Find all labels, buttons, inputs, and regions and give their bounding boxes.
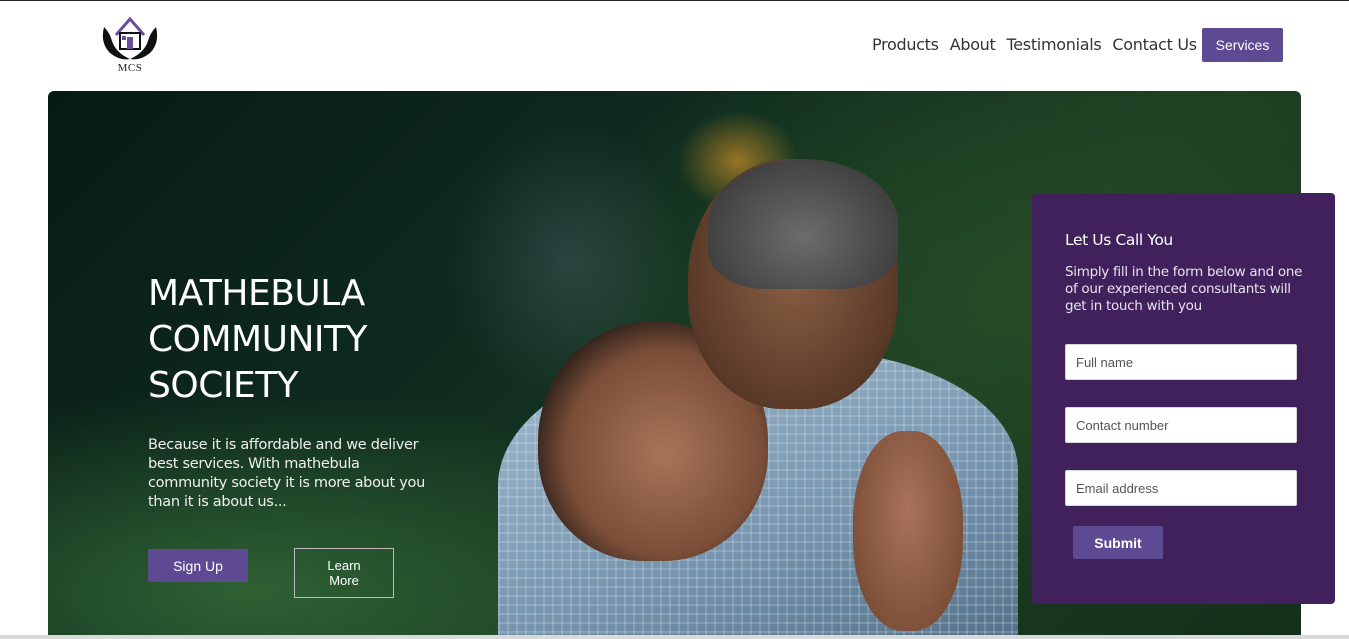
- hero-photo-hand: [853, 431, 963, 631]
- hero-photo-man-hair: [708, 159, 898, 289]
- hero-title-line-2: COMMUNITY: [148, 319, 367, 360]
- call-back-form: Let Us Call You Simply fill in the form …: [1032, 193, 1335, 604]
- main-nav: Products About Testimonials Contact Us: [872, 35, 1197, 54]
- sign-up-button[interactable]: Sign Up: [148, 549, 248, 582]
- hero-title-line-3: SOCIETY: [148, 365, 299, 406]
- nav-testimonials[interactable]: Testimonials: [1007, 35, 1102, 54]
- form-description: Simply fill in the form below and one of…: [1065, 264, 1303, 314]
- hero-description: Because it is affordable and we deliver …: [148, 437, 425, 510]
- submit-button[interactable]: Submit: [1073, 526, 1163, 559]
- full-name-field[interactable]: [1065, 344, 1297, 380]
- hero-title: MATHEBULA COMMUNITY SOCIETY: [148, 271, 448, 409]
- horizontal-scrollbar[interactable]: [0, 635, 1349, 639]
- header: MCS Products About Testimonials Contact …: [0, 1, 1349, 89]
- house-hands-icon: [102, 16, 158, 60]
- services-button[interactable]: Services: [1202, 28, 1283, 62]
- email-address-field[interactable]: [1065, 470, 1297, 506]
- learn-more-button[interactable]: Learn More: [294, 548, 394, 598]
- nav-products[interactable]: Products: [872, 35, 939, 54]
- mcs-logo[interactable]: MCS: [98, 13, 162, 77]
- nav-contact-us[interactable]: Contact Us: [1112, 35, 1197, 54]
- hero-title-line-1: MATHEBULA: [148, 273, 365, 314]
- nav-about[interactable]: About: [950, 35, 996, 54]
- contact-number-field[interactable]: [1065, 407, 1297, 443]
- form-title: Let Us Call You: [1065, 231, 1173, 249]
- logo-text: MCS: [117, 62, 143, 74]
